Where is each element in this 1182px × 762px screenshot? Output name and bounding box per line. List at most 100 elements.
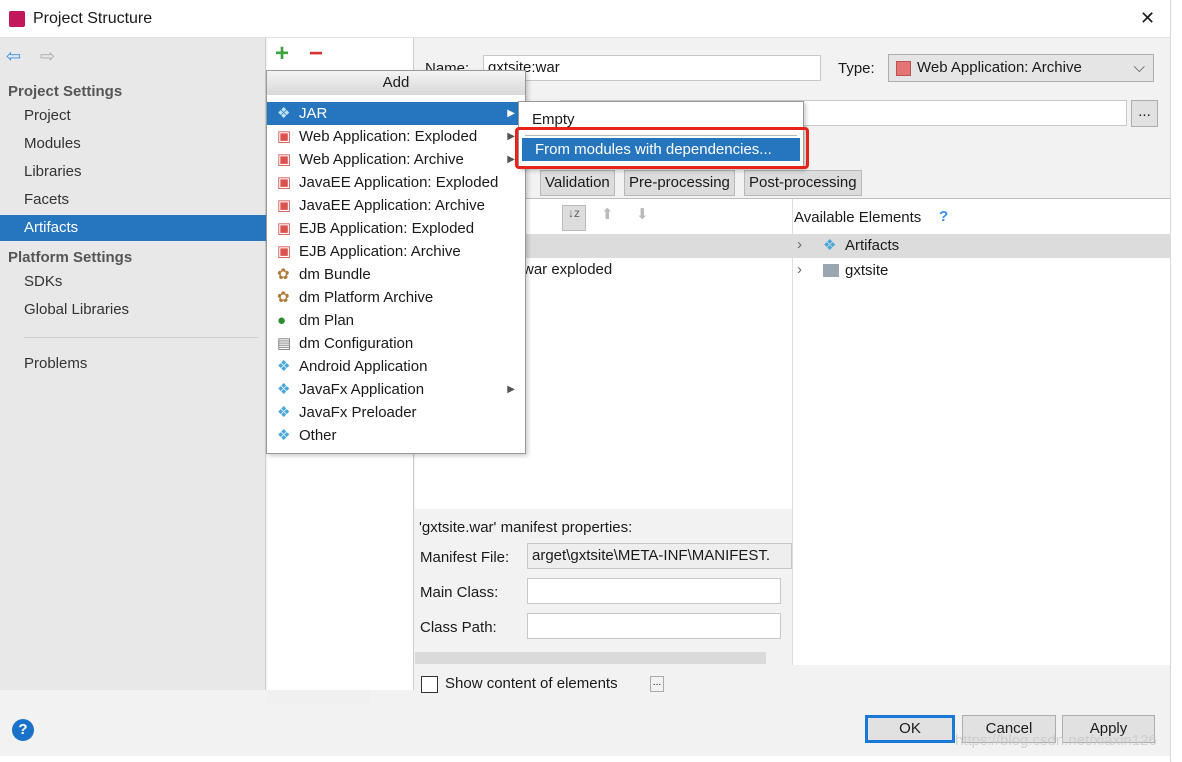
background-window	[1170, 0, 1182, 762]
sidebar-item-artifacts[interactable]: Artifacts	[0, 215, 266, 241]
bundle-icon: ✿	[277, 266, 290, 283]
menu-item-label: Android Application	[299, 358, 428, 375]
main-class-input[interactable]	[527, 578, 781, 604]
forward-icon[interactable]: ⇨	[40, 46, 55, 67]
menu-item-javafx-application[interactable]: ❖ JavaFx Application ▶	[267, 378, 525, 401]
help-icon[interactable]: ?	[939, 208, 948, 225]
folder-icon	[823, 264, 839, 277]
menu-item-dm-platform-archive[interactable]: ✿ dm Platform Archive	[267, 286, 525, 309]
menu-item-javaee-application-archive[interactable]: ▣ JavaEE Application: Archive	[267, 194, 525, 217]
add-menu-header: Add	[267, 71, 525, 95]
help-button[interactable]: ?	[12, 719, 34, 741]
menu-item-dm-plan[interactable]: ● dm Plan	[267, 309, 525, 332]
gift-icon: ▣	[277, 174, 292, 191]
menu-item-label: Other	[299, 427, 337, 444]
diamond-icon: ❖	[277, 381, 291, 398]
add-button[interactable]: +	[275, 40, 289, 68]
highlight-box	[515, 127, 809, 169]
main-class-label: Main Class:	[420, 584, 499, 601]
menu-item-web-application-exploded[interactable]: ▣ Web Application: Exploded ▶	[267, 125, 525, 148]
chevron-down-icon: ⌵	[1133, 59, 1145, 76]
bundle-icon: ✿	[277, 289, 290, 306]
manifest-title: 'gxtsite.war' manifest properties:	[419, 519, 633, 536]
move-up-icon[interactable]: ⬆	[601, 205, 614, 223]
chevron-right-icon[interactable]: ›	[797, 236, 802, 253]
menu-item-label: Web Application: Exploded	[299, 128, 478, 145]
menu-item-ejb-application-archive[interactable]: ▣ EJB Application: Archive	[267, 240, 525, 263]
menu-item-other[interactable]: ❖ Other	[267, 424, 525, 447]
browse-button[interactable]: ...	[1131, 100, 1158, 127]
menu-item-web-application-archive[interactable]: ▣ Web Application: Archive ▶	[267, 148, 525, 171]
show-content-checkbox[interactable]	[421, 676, 438, 693]
type-label: Type:	[838, 60, 875, 77]
tab-post-processing[interactable]: Post-processing	[744, 170, 862, 196]
app-icon	[9, 11, 25, 27]
menu-item-label: JavaEE Application: Archive	[299, 197, 485, 214]
menu-item-label: dm Plan	[299, 312, 355, 329]
class-path-label: Class Path:	[420, 619, 497, 636]
window-title: Project Structure	[33, 10, 153, 27]
file-icon: ▤	[277, 335, 292, 352]
menu-item-label: JAR	[299, 105, 328, 122]
available-elements-panel: Available Elements ? › ❖ Artifacts › gxt…	[792, 199, 1171, 665]
sort-icon[interactable]: ↓z	[562, 205, 586, 231]
tree-row[interactable]: war exploded	[523, 261, 612, 278]
tree-item-artifacts[interactable]: › ❖ Artifacts	[793, 234, 1171, 258]
sidebar-item-facets[interactable]: Facets	[0, 187, 266, 213]
diamond-icon: ❖	[277, 358, 291, 375]
diamond-icon: ❖	[277, 404, 291, 421]
section-project-settings: Project Settings	[8, 83, 123, 100]
tree-label: gxtsite	[845, 262, 889, 279]
menu-item-label: JavaFx Preloader	[299, 404, 417, 421]
show-content-options-button[interactable]: ...	[650, 676, 664, 692]
menu-item-android-application[interactable]: ❖ Android Application	[267, 355, 525, 378]
menu-item-dm-configuration[interactable]: ▤ dm Configuration	[267, 332, 525, 355]
diamond-icon: ❖	[277, 105, 291, 122]
divider	[24, 337, 258, 338]
tree-item-gxtsite[interactable]: › gxtsite	[793, 259, 1171, 283]
menu-item-dm-bundle[interactable]: ✿ dm Bundle	[267, 263, 525, 286]
sidebar-item-modules[interactable]: Modules	[0, 131, 266, 157]
gift-icon: ▣	[277, 151, 292, 168]
menu-item-label: Web Application: Archive	[299, 151, 464, 168]
submenu-arrow-icon: ▶	[507, 384, 515, 395]
manifest-file-input[interactable]: arget\gxtsite\META-INF\MANIFEST.	[527, 543, 792, 569]
add-menu: Add ❖ JAR ▶ ▣ Web Application: Exploded ▶ ▣ Web…	[266, 70, 526, 454]
sidebar-item-problems[interactable]: Problems	[0, 351, 266, 377]
type-dropdown[interactable]: Web Application: Archive ⌵	[888, 54, 1154, 82]
back-icon[interactable]: ⇦	[6, 46, 21, 67]
manifest-file-label: Manifest File:	[420, 549, 510, 566]
artifacts-icon: ❖	[823, 237, 837, 254]
sidebar: ⇦ ⇨ Project Settings Project Modules Lib…	[0, 38, 266, 690]
menu-item-jar[interactable]: ❖ JAR ▶	[267, 102, 525, 125]
submenu-arrow-icon: ▶	[507, 108, 515, 119]
gift-icon	[896, 61, 911, 76]
available-elements-title: Available Elements	[794, 209, 922, 226]
scrollbar[interactable]	[267, 690, 370, 704]
sidebar-item-libraries[interactable]: Libraries	[0, 159, 266, 185]
name-input[interactable]: gxtsite:war	[483, 55, 821, 81]
menu-item-label: dm Bundle	[299, 266, 371, 283]
close-button[interactable]: ✕	[1140, 8, 1155, 29]
sidebar-item-sdks[interactable]: SDKs	[0, 269, 266, 295]
title-bar: Project Structure ✕	[0, 0, 1170, 38]
gift-icon: ▣	[277, 128, 292, 145]
tab-validation[interactable]: Validation	[540, 170, 615, 196]
menu-item-label: JavaFx Application	[299, 381, 425, 398]
plan-icon: ●	[277, 312, 287, 329]
sidebar-item-global-libraries[interactable]: Global Libraries	[0, 297, 266, 323]
type-value: Web Application: Archive	[917, 59, 1082, 76]
ok-button[interactable]: OK	[865, 715, 955, 743]
horizontal-scrollbar[interactable]	[415, 652, 766, 664]
tab-pre-processing[interactable]: Pre-processing	[624, 170, 735, 196]
menu-item-javaee-application-exploded[interactable]: ▣ JavaEE Application: Exploded	[267, 171, 525, 194]
submenu-arrow-icon: ▶	[507, 154, 515, 165]
sidebar-item-project[interactable]: Project	[0, 103, 266, 129]
menu-item-javafx-preloader[interactable]: ❖ JavaFx Preloader	[267, 401, 525, 424]
remove-button[interactable]: −	[309, 40, 323, 68]
move-down-icon[interactable]: ⬇	[636, 205, 649, 223]
chevron-right-icon[interactable]: ›	[797, 261, 802, 278]
menu-item-ejb-application-exploded[interactable]: ▣ EJB Application: Exploded	[267, 217, 525, 240]
class-path-input[interactable]	[527, 613, 781, 639]
show-content-label: Show content of elements	[445, 675, 618, 692]
